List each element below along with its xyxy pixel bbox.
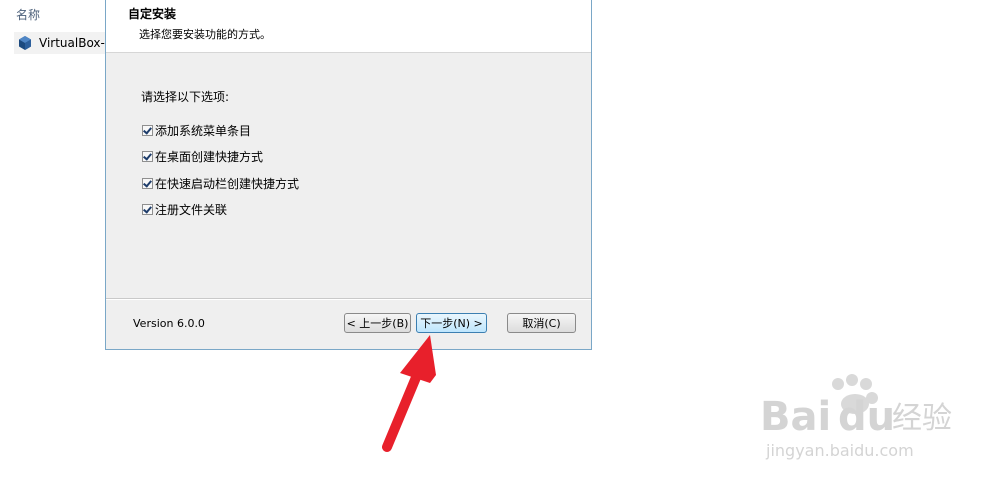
checkbox-checked[interactable] xyxy=(142,178,153,189)
baidu-watermark: Bai du 经验 jingyan.baidu.com xyxy=(760,374,952,460)
option-file-association[interactable]: 注册文件关联 xyxy=(142,201,227,218)
dialog-subtitle: 选择您要安装功能的方式。 xyxy=(139,28,271,41)
explorer-file-item[interactable]: VirtualBox-6 xyxy=(14,32,114,54)
red-arrow-annotation xyxy=(382,335,436,452)
checkbox-checked[interactable] xyxy=(142,151,153,162)
dialog-title: 自定安装 xyxy=(128,7,177,21)
option-desktop-shortcut[interactable]: 在桌面创建快捷方式 xyxy=(142,148,263,165)
watermark-brand-cn: 经验 xyxy=(892,401,952,436)
option-add-menu-entry[interactable]: 添加系统菜单条目 xyxy=(142,122,251,139)
footer-separator xyxy=(106,298,591,300)
cancel-button[interactable]: 取消(C) xyxy=(507,313,576,333)
options-prompt: 请选择以下选项: xyxy=(141,90,230,104)
virtualbox-icon xyxy=(19,36,31,50)
watermark-url: jingyan.baidu.com xyxy=(765,441,914,460)
explorer-column-header-name[interactable]: 名称 xyxy=(16,6,40,23)
watermark-brand-2: du xyxy=(838,394,895,440)
option-label: 在快速启动栏创建快捷方式 xyxy=(155,177,300,191)
checkbox-checked[interactable] xyxy=(142,204,153,215)
watermark-brand: Bai xyxy=(760,394,831,440)
dialog-header: 自定安装 选择您要安装功能的方式。 xyxy=(106,0,591,53)
version-label: Version 6.0.0 xyxy=(133,317,205,330)
option-quicklaunch-shortcut[interactable]: 在快速启动栏创建快捷方式 xyxy=(142,175,299,192)
option-label: 添加系统菜单条目 xyxy=(155,124,252,138)
option-label: 注册文件关联 xyxy=(155,203,228,217)
installer-dialog: 自定安装 选择您要安装功能的方式。 请选择以下选项: 添加系统菜单条目 在桌面创… xyxy=(105,0,592,350)
checkbox-checked[interactable] xyxy=(142,125,153,136)
option-label: 在桌面创建快捷方式 xyxy=(155,150,264,164)
explorer-file-name: VirtualBox-6 xyxy=(39,36,113,50)
